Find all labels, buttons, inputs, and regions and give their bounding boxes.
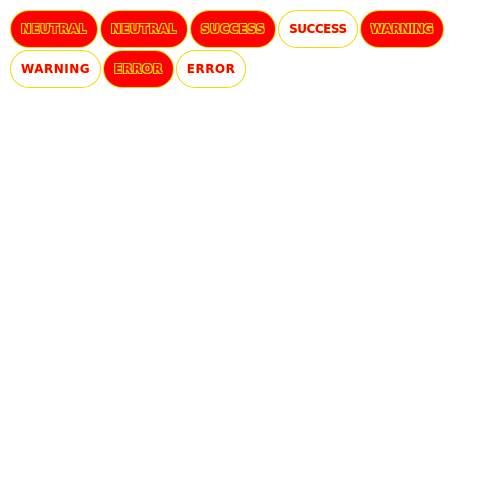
neutral-badge-label: NEUTRAL — [110, 22, 177, 36]
success-outline-badge-label: SUCCESS — [289, 22, 347, 36]
neutral-badge-label: NEUTRAL — [21, 22, 87, 36]
badge-group: NEUTRAL NEUTRAL SUCCESS SUCCESS WARNING … — [10, 10, 480, 88]
warning-badge: WARNING — [359, 10, 444, 48]
success-outline-badge: SUCCESS — [278, 10, 358, 48]
success-badge: SUCCESS — [189, 10, 277, 48]
error-badge-label: ERROR — [114, 62, 163, 76]
error-outline-badge: ERROR — [175, 50, 247, 88]
neutral-badge: NEUTRAL — [99, 10, 188, 48]
error-outline-badge-label: ERROR — [186, 62, 236, 76]
warning-badge-label: WARNING — [370, 22, 434, 36]
warning-outline-badge: WARNING — [10, 50, 102, 88]
error-badge: ERROR — [103, 50, 174, 88]
success-badge-label: SUCCESS — [200, 22, 266, 36]
neutral-badge: NEUTRAL — [10, 10, 98, 48]
warning-outline-badge-label: WARNING — [21, 62, 91, 76]
